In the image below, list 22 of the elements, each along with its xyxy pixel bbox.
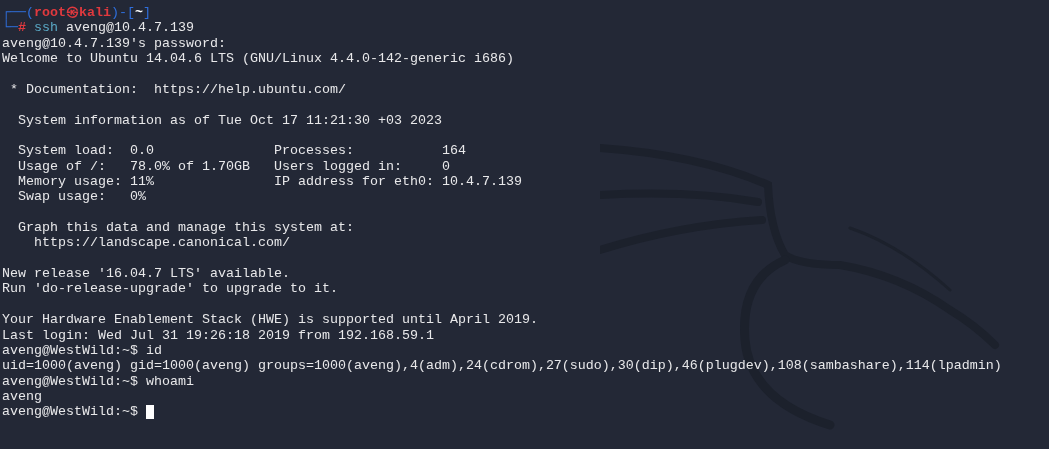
output-line: Swap usage: 0% xyxy=(17,189,147,205)
cursor[interactable] xyxy=(145,405,154,419)
output-line: Your Hardware Enablement Stack (HWE) is supported until April 2019. xyxy=(2,312,539,328)
shell-prompt: aveng@WestWild:~$ xyxy=(2,404,139,420)
output-line: aveng@10.4.7.139's password: xyxy=(2,35,227,52)
output-line: aveng xyxy=(2,389,43,405)
output-line: Welcome to Ubuntu 14.04.6 LTS (GNU/Linux 4.4.0-142-generic i686) xyxy=(2,51,515,67)
output-line: aveng@WestWild:~$ whoami xyxy=(2,373,195,389)
output-line: Last login: Wed Jul 31 19:26:18 2019 from 192.168.59.1 xyxy=(2,327,435,343)
output-line: Memory usage: 11% IP address for eth0: 10.4.7.139 xyxy=(17,173,523,190)
output-line: * Documentation: https://help.ubuntu.com/ xyxy=(9,81,347,98)
command-line: └─# ssh aveng@10.4.7.139 xyxy=(2,20,195,36)
output-line: https://landscape.canonical.com/ xyxy=(33,235,291,251)
output-line: New release '16.04.7 LTS' available. xyxy=(2,266,291,282)
prompt-line: ┌──(root㉿kali)-[~] xyxy=(2,5,152,20)
output-line: Graph this data and manage this system at: xyxy=(17,220,355,236)
output-line: System information as of Tue Oct 17 11:21:30 +03 2023 xyxy=(17,112,443,128)
output-line: uid=1000(aveng) gid=1000(aveng) groups=1000(aveng),4(adm),24(cdrom),27(sudo),30(dip),46(plugdev),108(sambashare),114(lpadmin) xyxy=(2,358,1003,374)
output-line: Usage of /: 78.0% of 1.70GB Users logged in: 0 xyxy=(17,158,451,174)
output-line: Run 'do-release-upgrade' to upgrade to it. xyxy=(2,281,339,297)
output-line: System load: 0.0 Processes: 164 xyxy=(17,143,467,159)
output-line: aveng@WestWild:~$ id xyxy=(2,342,163,359)
